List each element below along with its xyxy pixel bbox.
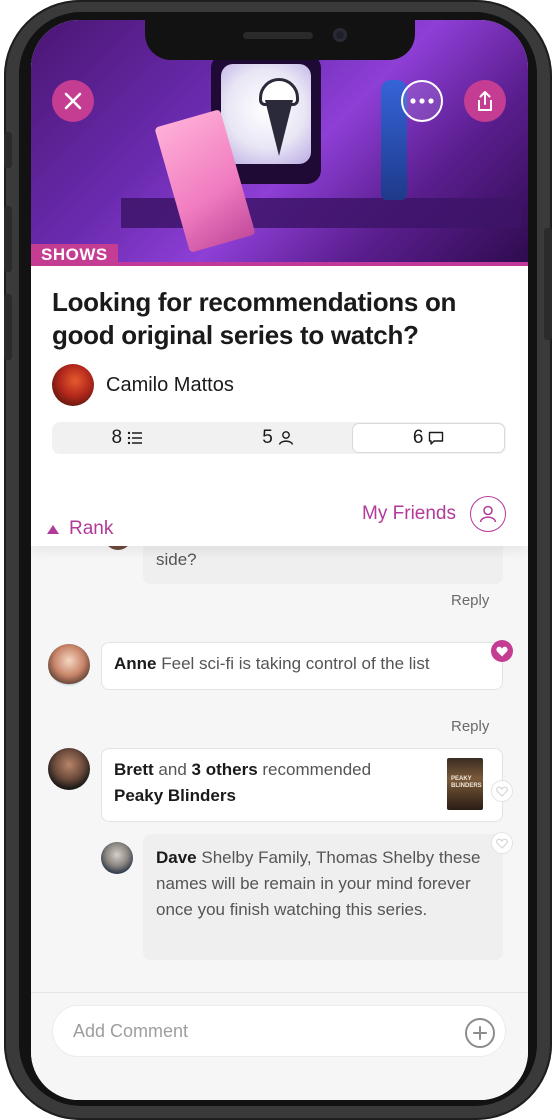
my-friends-filter[interactable]: My Friends (362, 496, 506, 532)
avatar (101, 842, 133, 874)
hero-ice-cream-cone (265, 100, 293, 156)
recommended-show-title[interactable]: Peaky Blinders (114, 783, 490, 809)
add-attachment-button[interactable] (465, 1018, 495, 1048)
like-button[interactable] (491, 640, 513, 662)
close-icon (64, 92, 82, 110)
stats-tabs: 8 5 6 (52, 422, 506, 454)
list-count: 8 (111, 427, 123, 448)
comment-text: Shelby Family, Thomas Shelby these names… (156, 848, 481, 919)
add-comment-placeholder: Add Comment (73, 1020, 189, 1041)
heart-outline-icon (496, 786, 508, 797)
people-count: 5 (262, 427, 273, 448)
more-options-button[interactable] (401, 80, 443, 122)
person-icon (278, 431, 293, 445)
speaker-grille (243, 32, 313, 39)
author-avatar (52, 364, 94, 406)
like-button[interactable] (491, 780, 513, 802)
avatar (48, 748, 90, 790)
user-icon (470, 496, 506, 532)
heart-icon (496, 646, 508, 656)
mute-switch (4, 132, 12, 168)
comment-text: Feel sci-fi is taking control of the lis… (161, 654, 430, 673)
post-header-card: Looking for recommendations on good orig… (31, 266, 528, 546)
comments-count: 6 (412, 427, 424, 448)
avatar (48, 644, 90, 686)
add-comment-input[interactable]: Add Comment (52, 1005, 506, 1057)
comment-text: side? (156, 550, 197, 569)
show-thumbnail-text: PEAKY BLINDERS (451, 776, 482, 789)
share-button[interactable] (464, 80, 506, 122)
rank-sort-button[interactable]: Rank (47, 518, 113, 540)
tab-list-count[interactable]: 8 (52, 424, 203, 452)
author-row[interactable]: Camilo Mattos (52, 364, 234, 406)
post-title: Looking for recommendations on good orig… (52, 287, 457, 350)
tab-people-count[interactable]: 5 (203, 424, 354, 452)
reply-button[interactable]: Reply (451, 592, 489, 609)
close-button[interactable] (52, 80, 94, 122)
my-friends-label: My Friends (362, 503, 456, 524)
connector-text: and (158, 760, 187, 779)
volume-up-button (4, 206, 12, 272)
sort-up-icon (47, 524, 59, 534)
tab-comments-count[interactable]: 6 (353, 424, 505, 452)
comment-bubble: Dave Shelby Family, Thomas Shelby these … (143, 834, 503, 960)
heart-outline-icon (496, 838, 508, 849)
rank-label: Rank (69, 518, 114, 539)
screen: SHOWS Looking for recommendations on goo… (31, 20, 528, 1100)
reply-button[interactable]: Reply (451, 718, 489, 735)
share-icon (478, 91, 492, 111)
volume-down-button (4, 294, 12, 360)
comment-bubble: Anne Feel sci-fi is taking control of th… (101, 642, 503, 690)
power-button (544, 228, 552, 340)
notch (145, 20, 415, 60)
action-text: recommended (262, 760, 372, 779)
front-camera (333, 28, 347, 42)
comment-author: Dave (156, 848, 197, 867)
comment-author: Anne (114, 654, 157, 673)
comment-composer-bar: Add Comment (31, 992, 528, 1100)
plus-icon (473, 1026, 487, 1040)
others-count[interactable]: 3 others (192, 760, 258, 779)
author-name: Camilo Mattos (106, 373, 234, 396)
comment-icon (429, 431, 444, 445)
like-button[interactable] (491, 832, 513, 854)
ellipsis-icon (410, 98, 434, 104)
show-thumbnail[interactable]: PEAKY BLINDERS (447, 758, 483, 810)
list-icon (127, 431, 143, 445)
category-tag[interactable]: SHOWS (31, 244, 118, 266)
comment-author: Brett (114, 760, 154, 779)
recommendation-bubble: Brett and 3 others recommended Peaky Bli… (101, 748, 503, 822)
